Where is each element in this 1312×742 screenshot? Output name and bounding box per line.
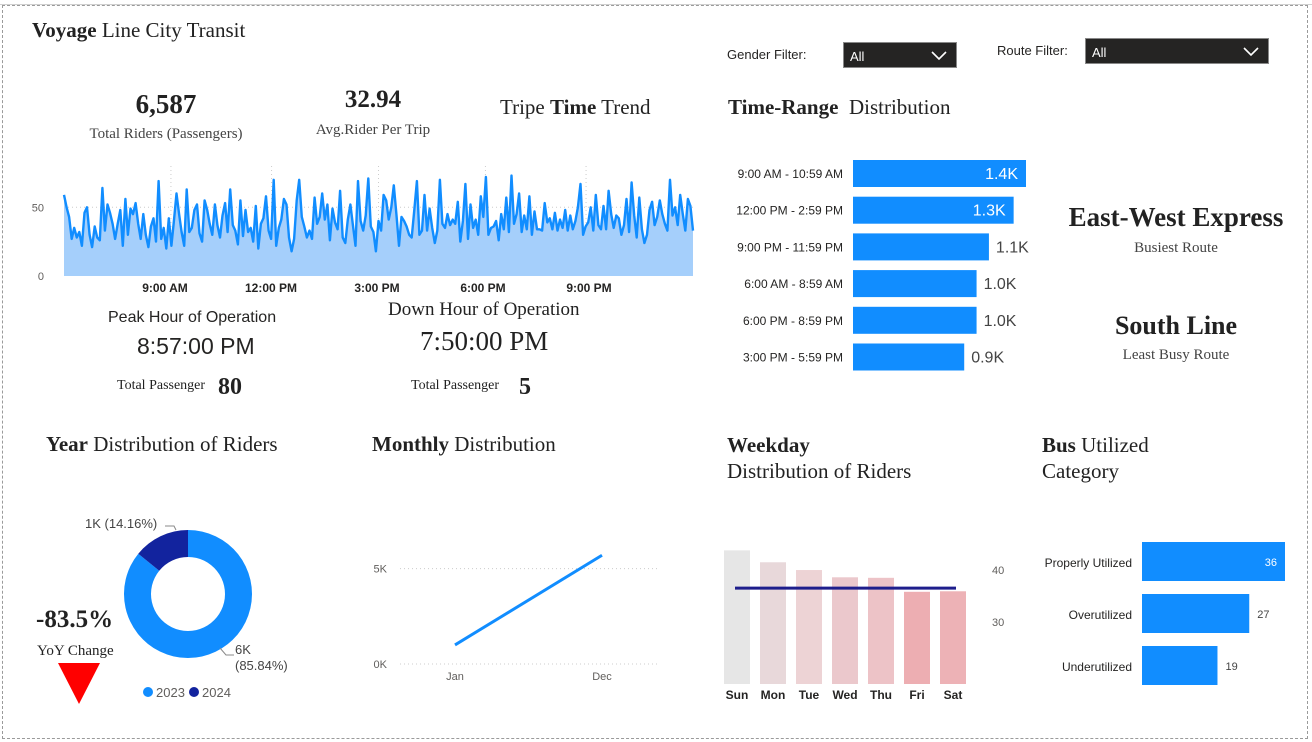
- x-tick-label: Sat: [944, 688, 963, 702]
- least-route-value: South Line: [1114, 311, 1238, 340]
- x-tick-label: 12:00 PM: [245, 281, 297, 295]
- y-tick-label: 50: [32, 202, 44, 214]
- monthly-distribution-chart: 0K 5K Jan Dec: [374, 553, 660, 683]
- data-label: 19: [1225, 661, 1237, 673]
- yoy-change-value: -83.5%: [36, 606, 114, 633]
- data-label: 36: [1265, 557, 1277, 569]
- x-tick-label: Jan: [446, 671, 464, 683]
- total-riders-label: Total Riders (Passengers): [89, 126, 243, 142]
- year-distribution-title: Year Distribution of Riders: [46, 432, 278, 456]
- bar: [853, 233, 989, 261]
- peak-total-passenger-value: 80: [218, 374, 242, 400]
- leader-line: [219, 647, 234, 656]
- yoy-change-label: YoY Change: [37, 643, 114, 659]
- x-tick-label: Dec: [592, 671, 612, 683]
- data-label: 1.1K: [996, 239, 1029, 256]
- x-tick-label: Sun: [726, 688, 749, 702]
- x-tick-label: Tue: [799, 688, 820, 702]
- x-tick-label: 9:00 PM: [566, 281, 611, 295]
- data-label: 1.0K: [984, 276, 1017, 293]
- data-label: 0.9K: [971, 350, 1004, 367]
- gender-filter-value: All: [850, 49, 865, 64]
- x-tick-label: Fri: [909, 688, 924, 702]
- busiest-route-label: Busiest Route: [1134, 240, 1218, 256]
- down-arrow-icon: [58, 663, 100, 704]
- bus-utilized-chart: Properly Utilized 36 Overutilized 27 Underut…: [1045, 542, 1285, 685]
- gender-filter-label: Gender Filter:: [727, 47, 807, 62]
- y-tick-label: 5K: [374, 564, 388, 576]
- x-tick-label: Wed: [832, 688, 857, 702]
- route-filter-label: Route Filter:: [997, 43, 1068, 58]
- bar: [940, 591, 966, 684]
- monthly-distribution-title: Monthly Distribution: [372, 432, 556, 456]
- data-label: 1K (14.16%): [85, 516, 157, 531]
- bar: [1142, 542, 1285, 581]
- leader-line: [165, 525, 177, 531]
- data-label: 1.3K: [973, 203, 1006, 220]
- bar: [760, 562, 786, 684]
- legend-marker: [189, 687, 199, 697]
- bar: [832, 577, 858, 684]
- down-hour-value: 7:50:00 PM: [420, 326, 549, 356]
- down-hour-label: Down Hour of Operation: [388, 299, 580, 320]
- gender-filter-dropdown[interactable]: All: [843, 42, 957, 68]
- route-filter-dropdown[interactable]: All: [1085, 38, 1269, 64]
- trip-time-trend-title: Tripe Time Trend: [500, 95, 651, 119]
- bar: [868, 577, 894, 684]
- down-total-passenger-label: Total Passenger: [411, 378, 500, 393]
- report-title: Voyage Line City Transit: [32, 18, 246, 42]
- weekday-distribution-chart: Sun Mon Tue Wed Thu Fri Sat 40 30: [724, 550, 1004, 702]
- legend-label: 2024: [202, 685, 231, 700]
- peak-hour-value: 8:57:00 PM: [137, 333, 255, 359]
- bar: [853, 270, 977, 298]
- legend-marker: [143, 687, 153, 697]
- data-label: 27: [1257, 609, 1269, 621]
- data-label: 1.4K: [985, 166, 1018, 183]
- category-label: 9:00 AM - 10:59 AM: [738, 167, 843, 181]
- avg-rider-value: 32.94: [344, 86, 402, 113]
- data-label: 1.0K: [984, 313, 1017, 330]
- category-label: 12:00 PM - 2:59 PM: [736, 204, 843, 218]
- route-filter-value: All: [1092, 45, 1107, 60]
- category-label: 6:00 AM - 8:59 AM: [744, 277, 843, 291]
- category-label: 9:00 PM - 11:59 PM: [737, 240, 843, 254]
- bus-utilized-title: Bus Utilized Category: [1042, 433, 1149, 483]
- category-label: Underutilized: [1062, 660, 1132, 674]
- busiest-route-value: East-West Express: [1068, 202, 1284, 232]
- category-label: 3:00 PM - 5:59 PM: [743, 351, 843, 365]
- trip-time-trend-chart: 0 50 9:00 AM 12:00 PM 3:00 PM 6:00 PM 9:00 PM: [32, 166, 695, 295]
- x-tick-label: 3:00 PM: [354, 281, 399, 295]
- y-tick-label: 0K: [374, 659, 388, 671]
- bar: [1142, 594, 1250, 633]
- bar: [1142, 646, 1218, 685]
- y-tick-label: 40: [992, 565, 1004, 577]
- bar: [853, 343, 965, 371]
- x-tick-label: 9:00 AM: [142, 281, 188, 295]
- chevron-down-icon: [1243, 47, 1259, 57]
- time-range-chart: 9:00 AM - 10:59 AM 1.4K 12:00 PM - 2:59 PM…: [736, 160, 1029, 371]
- least-route-label: Least Busy Route: [1122, 347, 1230, 363]
- data-label: 6K: [235, 642, 251, 657]
- y-tick-label: 30: [992, 617, 1004, 629]
- data-label: (85.84%): [235, 658, 288, 673]
- chevron-down-icon: [931, 51, 947, 61]
- total-riders-value: 6,587: [135, 89, 197, 119]
- category-label: Overutilized: [1069, 608, 1132, 622]
- legend-label: 2023: [156, 685, 185, 700]
- category-label: 6:00 PM - 8:59 PM: [743, 314, 843, 328]
- x-tick-label: Mon: [761, 688, 786, 702]
- bar: [724, 550, 750, 684]
- weekday-distribution-title: Weekday Distribution of Riders: [727, 433, 912, 483]
- y-tick-label: 0: [38, 271, 44, 283]
- x-tick-label: 6:00 PM: [460, 281, 505, 295]
- category-label: Properly Utilized: [1045, 556, 1132, 570]
- bar: [904, 591, 930, 684]
- avg-rider-label: Avg.Rider Per Trip: [315, 122, 431, 138]
- peak-hour-label: Peak Hour of Operation: [108, 309, 277, 326]
- x-tick-label: Thu: [870, 688, 892, 702]
- peak-total-passenger-label: Total Passenger: [117, 378, 206, 393]
- time-range-title: Time-Range Distribution: [728, 95, 951, 119]
- bar: [853, 306, 977, 334]
- down-total-passenger-value: 5: [519, 374, 531, 400]
